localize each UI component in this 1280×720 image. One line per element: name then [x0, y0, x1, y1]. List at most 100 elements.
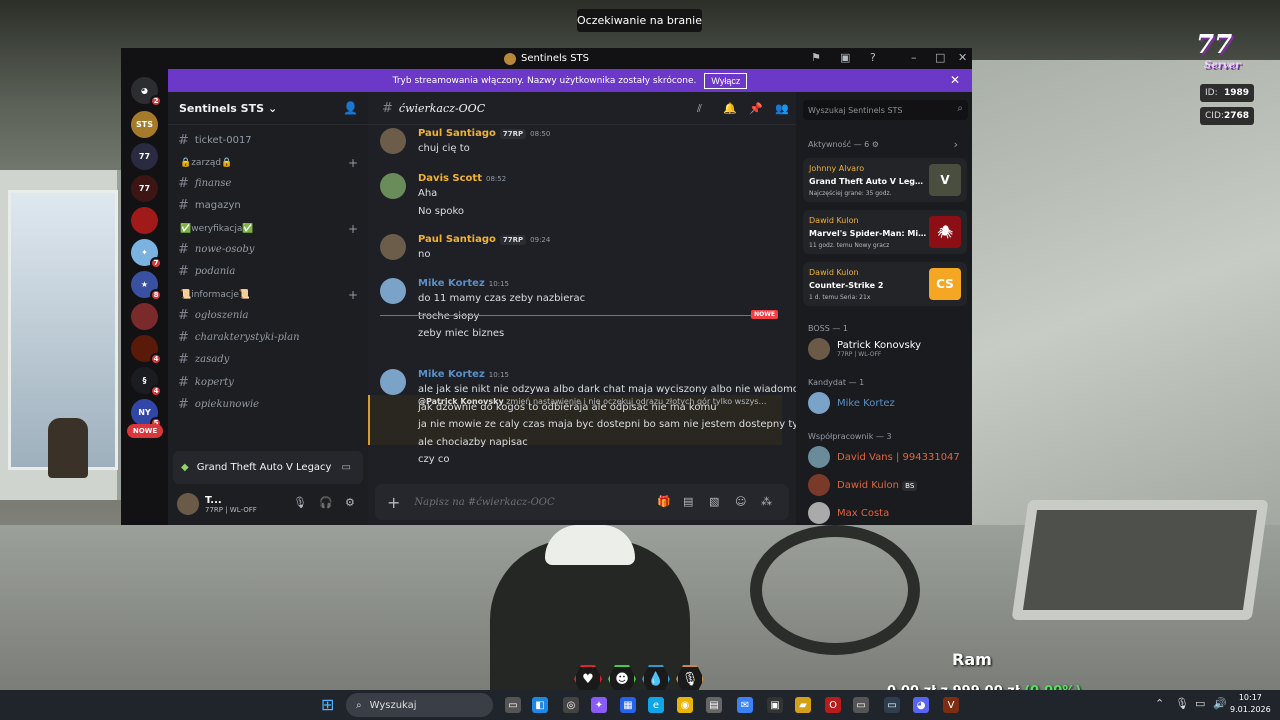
server-blue[interactable]: ✦ 7	[131, 239, 162, 269]
taskbar-clock[interactable]: 10:17 9.01.2026	[1230, 692, 1271, 716]
app-yellow-icon[interactable]: ◉	[677, 697, 693, 713]
network-icon[interactable]: ▭	[1195, 697, 1205, 710]
add-channel-icon[interactable]: +	[348, 156, 358, 170]
opera-icon[interactable]: O	[825, 697, 841, 713]
avatar[interactable]	[380, 369, 406, 395]
search-input[interactable]: Wyszukaj Sentinels STS ⌕	[803, 100, 968, 120]
server-ny[interactable]: NY 5	[131, 399, 162, 429]
direct-messages-button[interactable]: ◕ 2	[131, 77, 162, 107]
server-77[interactable]: 77	[131, 143, 158, 170]
screen-share-icon[interactable]: ▭	[342, 462, 351, 473]
activity-card[interactable]: Johnny Alvaro Grand Theft Auto V Legacy Na…	[803, 158, 967, 202]
app-grey-icon[interactable]: ▤	[706, 697, 722, 713]
minimize-button[interactable]: –	[911, 51, 917, 64]
threads-icon[interactable]: ⫽	[697, 102, 702, 116]
message-input[interactable]: Napisz na #ćwierkacz-OOC	[414, 497, 554, 508]
server-name-dropdown[interactable]: Sentinels STS ⌄ 👤	[168, 92, 368, 125]
headphones-icon[interactable]: 🎧	[319, 496, 333, 509]
maximize-button[interactable]: □	[935, 51, 945, 64]
apps-icon[interactable]: ⁂	[761, 495, 772, 508]
channel-item[interactable]: # ticket-0017	[178, 130, 358, 150]
message-author[interactable]: Davis Scott	[418, 173, 482, 184]
chrome-icon[interactable]: ◎	[563, 697, 579, 713]
app-icon-2[interactable]: ▭	[884, 697, 900, 713]
message-author[interactable]: Paul Santiago	[418, 128, 496, 139]
server-face[interactable]	[131, 303, 158, 330]
avatar[interactable]	[380, 128, 406, 154]
member-item[interactable]: Max Costa	[808, 502, 889, 524]
add-channel-icon[interactable]: +	[348, 222, 358, 236]
chevron-right-icon[interactable]: ›	[954, 138, 958, 151]
message-author[interactable]: Mike Kortez	[418, 278, 485, 289]
gif-icon[interactable]: ▤	[683, 495, 693, 508]
edge-icon[interactable]: e	[648, 697, 664, 713]
app-dark-icon[interactable]: ▣	[767, 697, 783, 713]
channel-item[interactable]: # charakterystyki-plan	[178, 327, 358, 347]
activity-card[interactable]: Dawid Kulon Marvel's Spider-Man: Mile... 1…	[803, 210, 967, 254]
members-icon[interactable]: 👥	[775, 102, 789, 115]
gift-icon[interactable]: 🎁	[657, 495, 671, 508]
channel-item[interactable]: # finanse	[178, 173, 358, 193]
channel-item[interactable]: # podania	[178, 262, 358, 282]
channel-item[interactable]: # ogłoszenia	[178, 305, 358, 325]
tray-chevron-icon[interactable]: ⌃	[1155, 697, 1164, 710]
server-fire[interactable]: 4	[131, 335, 162, 365]
channel-item[interactable]: # zasady	[178, 350, 358, 370]
avatar[interactable]	[380, 234, 406, 260]
volume-icon[interactable]: 🔊	[1213, 697, 1227, 710]
app-icon[interactable]: ▭	[853, 697, 869, 713]
taskbar-search[interactable]: ⌕ Wyszukaj	[346, 693, 493, 717]
pin-icon[interactable]: 📌	[749, 102, 763, 115]
gta-taskbar-icon[interactable]: V	[943, 697, 959, 713]
close-banner-icon[interactable]: ✕	[950, 73, 960, 87]
inbox-icon[interactable]: ▣	[840, 51, 850, 64]
emoji-icon[interactable]: ☺	[735, 495, 746, 508]
flag-icon[interactable]: ⚑	[811, 51, 821, 64]
avatar[interactable]	[380, 278, 406, 304]
channel-item[interactable]: # magazyn	[178, 196, 358, 216]
discord-taskbar-icon[interactable]: ◕	[913, 697, 929, 713]
channel-category[interactable]: 📜informacje📜 +	[180, 288, 358, 302]
widgets-icon[interactable]: ◧	[532, 697, 548, 713]
help-icon[interactable]: ?	[870, 51, 876, 64]
add-channel-icon[interactable]: +	[348, 288, 358, 302]
channel-item[interactable]: # koperty	[178, 372, 358, 392]
member-item[interactable]: Mike Kortez	[808, 392, 895, 414]
close-window-button[interactable]: ✕	[958, 51, 967, 64]
server-77rp[interactable]: 77	[131, 175, 158, 202]
member-item[interactable]: Patrick Konovsky 77RP | WL-OFF	[808, 338, 921, 360]
settings-gear-icon[interactable]: ⚙	[345, 496, 355, 509]
server-sentinels[interactable]: STS	[131, 111, 158, 138]
avatar[interactable]	[177, 493, 199, 515]
new-servers-pill[interactable]: NOWE	[127, 424, 163, 438]
channel-item[interactable]: # nowe-osoby	[178, 239, 358, 259]
messenger-icon[interactable]: ✉	[737, 697, 753, 713]
attach-plus-icon[interactable]: +	[387, 493, 400, 512]
activity-bar[interactable]: ◆ Grand Theft Auto V Legacy ▭	[173, 451, 363, 484]
sticker-icon[interactable]: ▧	[709, 495, 719, 508]
bell-icon[interactable]: 🔔	[723, 102, 737, 115]
server-flag[interactable]: ★ 8	[131, 271, 162, 301]
message-author[interactable]: Paul Santiago	[418, 234, 496, 245]
disable-streamer-mode-button[interactable]: Wyłącz	[704, 72, 748, 89]
avatar[interactable]	[380, 173, 406, 199]
channel-item[interactable]: # opiekunowie	[178, 395, 358, 415]
member-item[interactable]: Dawid Kulon BS	[808, 474, 918, 496]
explorer-icon[interactable]: ▰	[795, 697, 811, 713]
task-view-icon[interactable]: ▭	[505, 697, 521, 713]
message-author[interactable]: Mike Kortez	[418, 369, 485, 380]
store-icon[interactable]: ▦	[620, 697, 636, 713]
taskbar-search-label: Wyszukaj	[369, 699, 417, 711]
member-item[interactable]: David Vans | 994331047	[808, 446, 960, 468]
microphone-icon[interactable]: 🎙	[293, 496, 307, 509]
server-clip[interactable]: § 4	[131, 367, 162, 397]
channel-category[interactable]: 🔒zarząd🔒 +	[180, 156, 358, 170]
windows-start-icon[interactable]: ⊞	[321, 696, 339, 714]
copilot-icon[interactable]: ✦	[591, 697, 607, 713]
message-input-bar[interactable]: + Napisz na #ćwierkacz-OOC 🎁 ▤ ▧ ☺ ⁂	[375, 484, 789, 520]
microphone-tray-icon[interactable]: 🎙	[1175, 697, 1189, 710]
channel-category[interactable]: ✅weryfikacja✅ +	[180, 222, 358, 236]
activity-card[interactable]: Dawid Kulon Counter-Strike 2 1 d. temu Ser…	[803, 262, 967, 306]
server-red[interactable]	[131, 207, 158, 234]
invite-icon[interactable]: 👤	[343, 101, 358, 115]
